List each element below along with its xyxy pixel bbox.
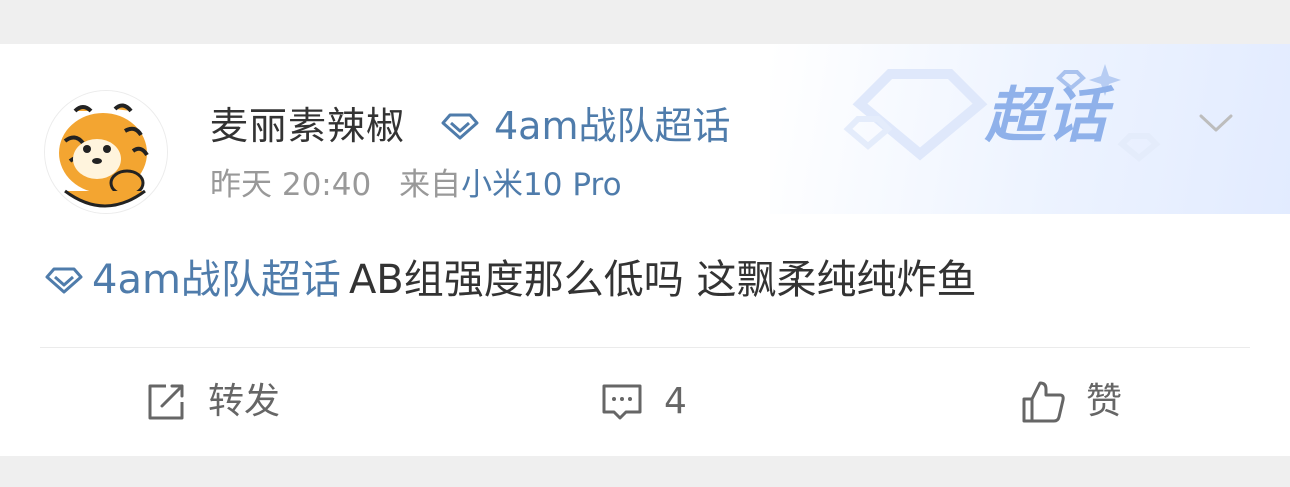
post-time: 昨天 20:40 [210, 167, 372, 203]
diamond-icon [441, 113, 479, 140]
avatar[interactable] [44, 90, 168, 214]
like-button[interactable]: 赞 [1020, 374, 1122, 430]
post-meta: 昨天 20:40 来自小米10 Pro [210, 164, 622, 206]
supertopic-link[interactable]: 4am战队超话 [440, 102, 730, 150]
username[interactable]: 麦丽素辣椒 [210, 102, 405, 150]
comment-count: 4 [664, 381, 687, 422]
more-options-button[interactable] [1198, 104, 1234, 140]
chevron-down-icon [1199, 114, 1233, 132]
like-icon [1022, 381, 1065, 423]
content-topic-link[interactable]: 4am战队超话 [92, 254, 341, 306]
repost-button[interactable]: 转发 [144, 374, 280, 430]
diamond-icon [45, 267, 83, 294]
tiger-avatar-icon [45, 91, 167, 213]
comment-button[interactable]: 4 [600, 374, 687, 430]
post-card[interactable]: 麦丽素辣椒 4am战队超话 昨天 20:40 来自小米10 Pro 超话 4am… [0, 44, 1290, 456]
source-prefix: 来自 [399, 167, 462, 203]
top-separator [0, 0, 1290, 14]
comment-icon [602, 384, 642, 420]
repost-label: 转发 [208, 381, 281, 422]
divider [40, 347, 1250, 348]
bottom-separator [0, 456, 1290, 487]
like-label: 赞 [1086, 381, 1123, 422]
repost-icon [148, 384, 184, 420]
action-bar: 转发 4 赞 [0, 374, 1290, 430]
supertopic-badge: 超话 [985, 81, 1109, 151]
source-device[interactable]: 小米10 Pro [461, 167, 621, 203]
supertopic-label: 4am战队超话 [494, 104, 731, 148]
post-content: 4am战队超话 AB组强度那么低吗 这飘柔纯纯炸鱼 [44, 254, 976, 306]
content-text: AB组强度那么低吗 这飘柔纯纯炸鱼 [348, 257, 977, 303]
